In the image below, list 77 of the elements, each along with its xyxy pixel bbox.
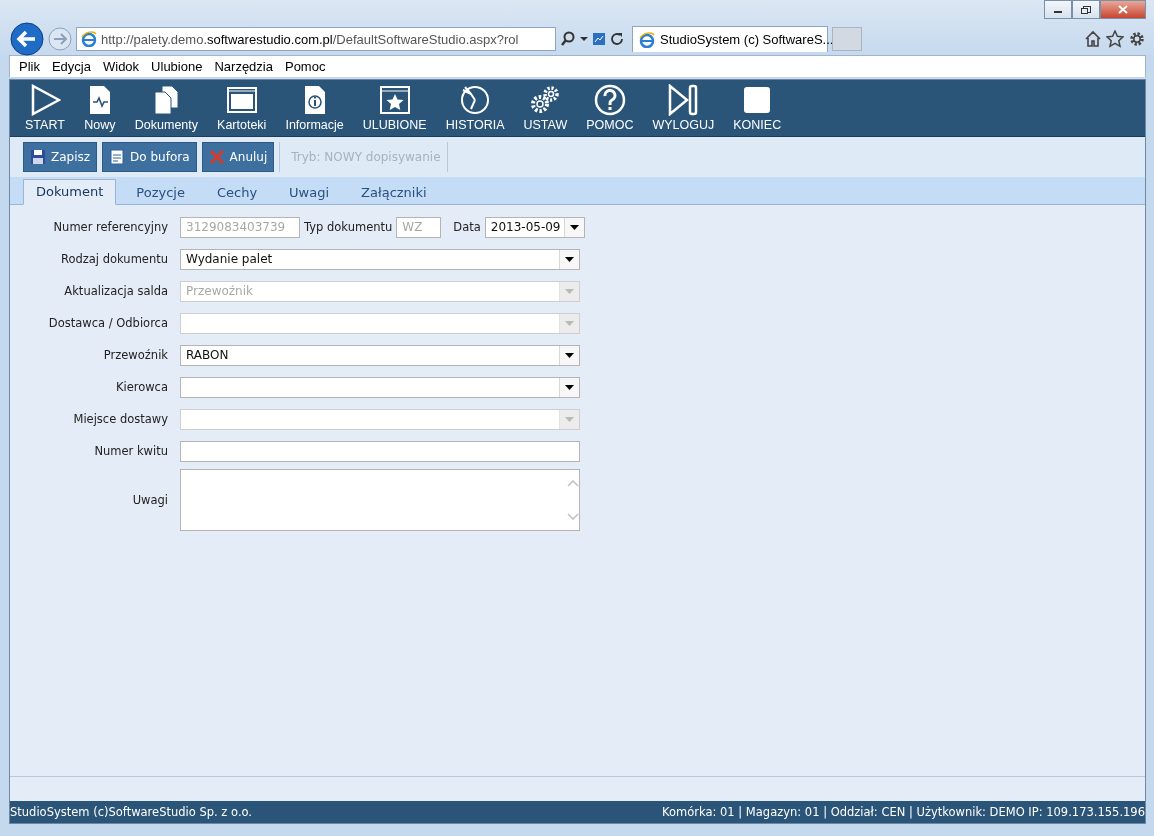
field-label: Numer kwitu: [93, 444, 169, 458]
field-label: Data: [452, 220, 482, 234]
caret-icon: [565, 288, 574, 294]
caret-icon: [569, 224, 579, 230]
toolbar-button[interactable]: WYLOGUJ: [644, 84, 723, 132]
field-label: Rodzaj dokumentu: [59, 252, 169, 266]
toolbar-button[interactable]: KONIEC: [725, 84, 790, 132]
menu-item[interactable]: Plik: [14, 59, 45, 74]
settings-icon[interactable]: [1128, 30, 1146, 48]
field-label: Dostawca / Odbiorca: [47, 316, 169, 330]
caret-icon: [565, 320, 574, 326]
caret-icon[interactable]: [580, 36, 588, 42]
toolbar-button[interactable]: USTAW: [515, 84, 576, 132]
tab[interactable]: Uwagi: [277, 181, 342, 205]
compatibility-icon[interactable]: [592, 32, 606, 46]
close-icon: [1118, 5, 1128, 14]
dropdown-field[interactable]: [180, 376, 580, 398]
play-bar-icon: [667, 84, 700, 116]
field-label: Miejsce dostawy: [72, 412, 169, 426]
close-button[interactable]: [1100, 0, 1146, 19]
copyright-text: StudioSystem (c)SoftwareStudio Sp. z o.o.: [10, 805, 253, 819]
field-label: Numer referencyjny: [52, 220, 169, 234]
menu-item[interactable]: Edycja: [46, 59, 96, 74]
menu-item[interactable]: Narzędzia: [209, 59, 278, 74]
dropdown-field[interactable]: Wydanie palet: [180, 248, 580, 270]
window-icon: [225, 84, 258, 116]
toolbar-button[interactable]: ULUBIONE: [354, 84, 435, 132]
address-bar[interactable]: http://palety.demo.softwarestudio.com.pl/DefaultSoftwareStudio.aspx?rol: [76, 27, 556, 51]
tab[interactable]: Cechy: [204, 181, 270, 205]
browser-icon: [81, 31, 97, 47]
browser-icon: [639, 31, 655, 48]
restore-button[interactable]: [1072, 0, 1100, 19]
caret-icon: [565, 416, 574, 422]
star-icon[interactable]: [1106, 30, 1124, 48]
field-label: Uwagi: [131, 493, 169, 507]
clock-icon: [459, 84, 492, 116]
clipboard-icon: [109, 149, 126, 165]
mode-label: Tryb: NOWY dopisywanie: [291, 150, 441, 164]
menu-item[interactable]: Ulubione: [146, 59, 208, 74]
caret-icon: [565, 256, 574, 262]
gears-icon: [529, 84, 562, 116]
toolbar-button[interactable]: Nowy: [75, 84, 124, 132]
tab[interactable]: Pozycje: [124, 181, 197, 205]
toolbar-button[interactable]: Informacje: [277, 84, 352, 132]
toolbar-button[interactable]: Dokumenty: [126, 84, 207, 132]
dropdown-field[interactable]: RABON: [180, 344, 580, 366]
action-button[interactable]: Do bufora: [102, 142, 197, 172]
caret-icon: [565, 384, 574, 390]
refresh-icon[interactable]: [610, 32, 624, 46]
back-icon[interactable]: [10, 22, 44, 56]
menu-item[interactable]: Widok: [98, 59, 145, 74]
star-window-icon: [378, 84, 411, 116]
toolbar-button[interactable]: START: [17, 84, 73, 132]
help-icon: [593, 84, 626, 116]
menu-item[interactable]: Pomoc: [279, 59, 331, 74]
toolbar-button[interactable]: Kartoteki: [209, 84, 275, 132]
action-button[interactable]: Anuluj: [201, 142, 275, 172]
minimize-button[interactable]: [1044, 0, 1072, 19]
toolbar-button[interactable]: POMOC: [578, 84, 642, 132]
tab[interactable]: Załączniki: [349, 181, 439, 205]
action-button[interactable]: Zapisz: [23, 142, 98, 172]
session-info: Komórka: 01 | Magazyn: 01 | Oddział: CEN | Użytkownik: DEMO IP: 109.173.155.196: [662, 805, 1145, 819]
cross-icon: [208, 149, 225, 165]
home-icon[interactable]: [1084, 30, 1102, 48]
field-label: Aktualizacja salda: [63, 284, 169, 298]
input-field[interactable]: [180, 440, 580, 462]
field-label: Kierowca: [114, 380, 169, 394]
scroll-arrows-icon: [567, 478, 579, 522]
url-text: http://palety.demo.softwarestudio.com.pl/DefaultSoftwareStudio.aspx?rol: [101, 31, 519, 47]
caret-icon: [565, 352, 574, 358]
toolbar-button[interactable]: HISTORIA: [437, 84, 513, 132]
field-label: Typ dokumentu: [303, 220, 394, 234]
dropdown-field[interactable]: 2013-05-09: [484, 216, 585, 238]
restore-icon: [1081, 5, 1091, 14]
field-label: Przewoźnik: [102, 348, 169, 362]
tab[interactable]: Dokument: [23, 179, 117, 205]
search-icon[interactable]: [560, 31, 576, 47]
